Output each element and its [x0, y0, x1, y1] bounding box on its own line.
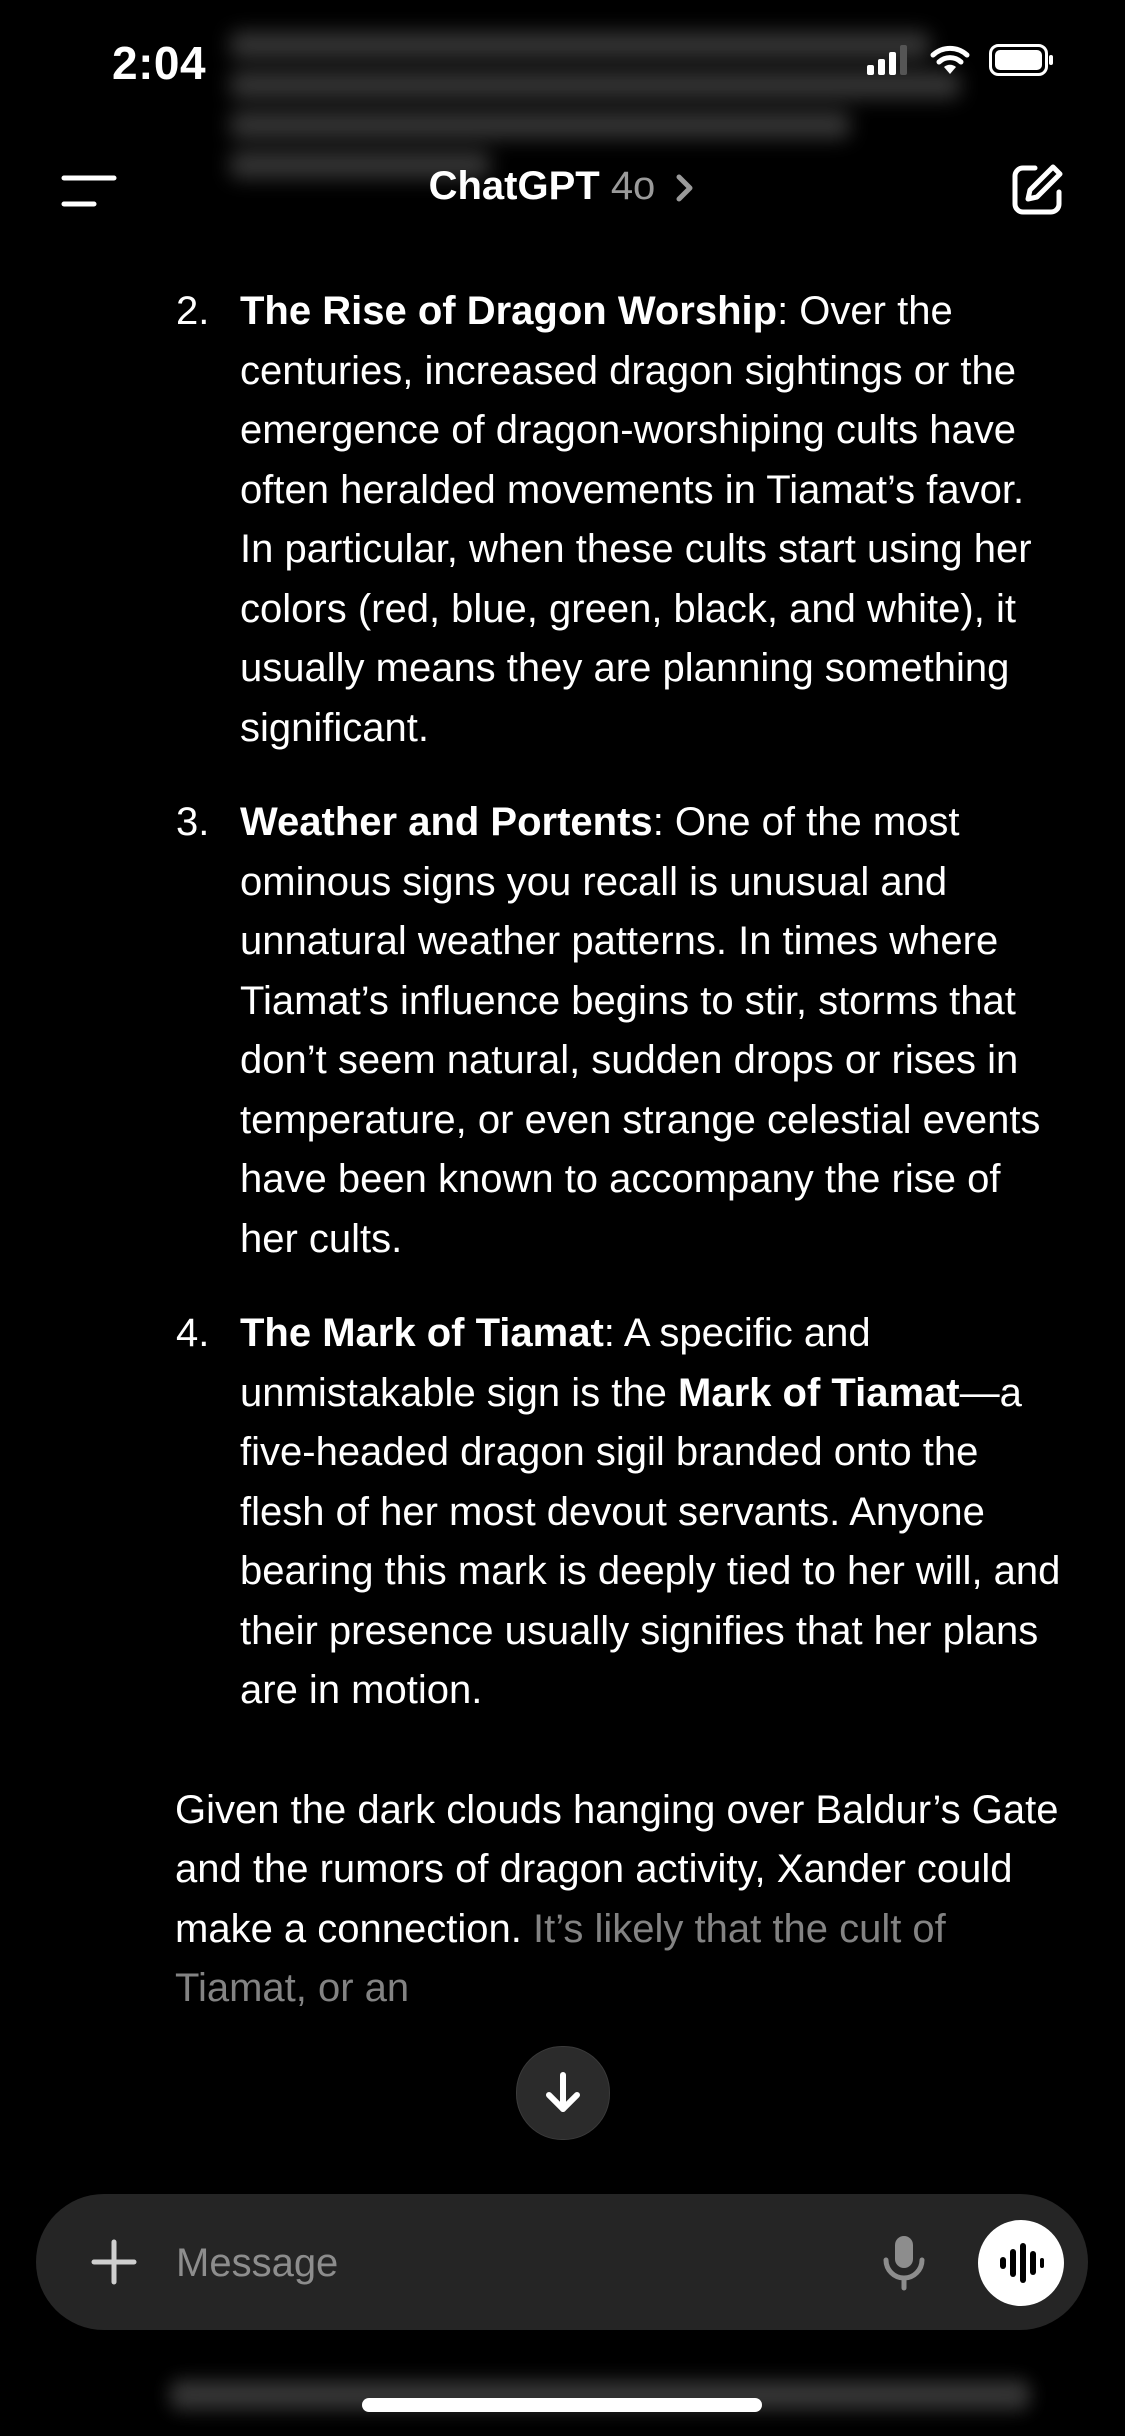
microphone-icon: [883, 2236, 925, 2291]
dictation-button[interactable]: [872, 2230, 936, 2294]
list-item-text: : One of the most ominous signs you reca…: [240, 800, 1041, 1261]
wifi-icon: [930, 45, 970, 74]
model-name: 4o: [610, 164, 656, 208]
list-item-bold-term: Mark of Tiamat: [678, 1370, 960, 1415]
list-item-text: : Over the centuries, increased dragon s…: [240, 289, 1032, 750]
new-chat-icon: [1012, 164, 1063, 215]
status-icons: [867, 44, 1055, 76]
plus-icon: [91, 2239, 137, 2285]
scroll-to-bottom-button[interactable]: [516, 2046, 610, 2140]
app-title: ChatGPT: [428, 164, 600, 208]
new-chat-button[interactable]: [1009, 162, 1065, 218]
list-item: 3. Weather and Portents: One of the most…: [0, 793, 1125, 1269]
assistant-message: 2. The Rise of Dragon Worship: Over the …: [0, 282, 1125, 2059]
message-composer: [36, 2194, 1088, 2330]
nav-bar: ChatGPT 4o: [0, 140, 1125, 240]
battery-icon: [989, 44, 1053, 76]
list-number: 3.: [176, 800, 210, 844]
cellular-signal-icon: [867, 45, 907, 75]
list-item-heading: The Mark of Tiamat: [240, 1311, 604, 1355]
attach-button[interactable]: [84, 2232, 144, 2292]
list-item: 4. The Mark of Tiamat: A specific and un…: [0, 1304, 1125, 1721]
list-number: 4.: [176, 1311, 210, 1355]
numbered-list: 2. The Rise of Dragon Worship: Over the …: [0, 282, 1125, 1721]
list-item-heading: The Rise of Dragon Worship: [240, 289, 778, 333]
model-selector[interactable]: ChatGPT 4o: [0, 164, 1125, 209]
closing-paragraph: Given the dark clouds hanging over Baldu…: [0, 1781, 1125, 2019]
list-number: 2.: [176, 289, 210, 333]
arrow-down-icon: [546, 2072, 580, 2112]
voice-waveform-icon: [1000, 2243, 1044, 2283]
list-item-heading: Weather and Portents: [240, 800, 653, 844]
list-item: 2. The Rise of Dragon Worship: Over the …: [0, 282, 1125, 758]
message-input[interactable]: [174, 2226, 878, 2300]
status-time: 2:04: [112, 37, 207, 89]
status-bar: 2:04: [0, 0, 1125, 178]
voice-mode-button[interactable]: [978, 2220, 1064, 2306]
chevron-right-icon: [676, 174, 693, 202]
home-indicator[interactable]: [362, 2398, 762, 2412]
list-item-text-continued: —a five-headed dragon sigil branded onto…: [240, 1370, 1061, 1713]
